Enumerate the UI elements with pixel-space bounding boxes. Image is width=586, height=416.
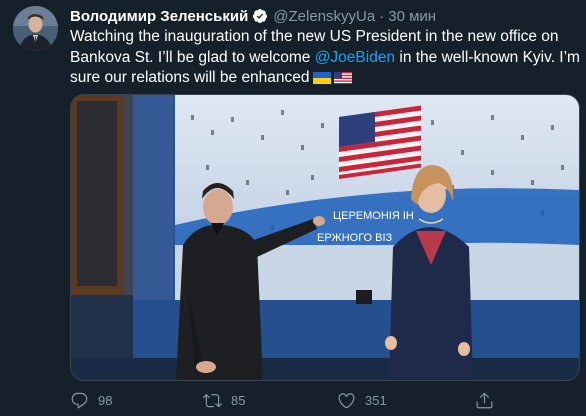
screen-caption-line1: ЦЕРЕМОНІЯ ІН xyxy=(333,210,414,222)
share-icon xyxy=(476,392,493,408)
tweet-text: Watching the inauguration of the new US … xyxy=(70,27,580,89)
reply-count: 98 xyxy=(98,392,113,408)
avatar[interactable] xyxy=(13,6,58,51)
photo-image: ЦЕРЕМОНІЯ ІН ЕРЖНОГО ВІЗ xyxy=(71,95,579,380)
separator-dot: · xyxy=(379,7,385,25)
like-icon xyxy=(338,392,355,408)
us-flag-icon xyxy=(333,71,352,84)
timestamp[interactable]: 30 мин xyxy=(388,8,436,25)
tweet-actions: 98 85 351 xyxy=(70,388,580,412)
share-button[interactable] xyxy=(475,388,503,412)
like-button[interactable]: 351 xyxy=(337,388,387,412)
reply-icon xyxy=(71,392,88,408)
reply-button[interactable]: 98 xyxy=(70,388,112,412)
ukraine-flag-icon xyxy=(312,71,331,84)
retweet-button[interactable]: 85 xyxy=(203,388,245,412)
tweet-header: Володимир Зеленський @ZelenskyyUa · 30 м… xyxy=(70,6,576,26)
avatar-image xyxy=(13,6,58,51)
like-count: 351 xyxy=(365,392,387,408)
screen-caption-line2: ЕРЖНОГО ВІЗ xyxy=(317,232,393,244)
tweet-photo[interactable]: ЦЕРЕМОНІЯ ІН ЕРЖНОГО ВІЗ xyxy=(70,94,580,381)
retweet-icon xyxy=(203,393,222,407)
verified-icon xyxy=(253,9,268,23)
retweet-count: 85 xyxy=(231,392,246,408)
display-name[interactable]: Володимир Зеленський xyxy=(70,8,248,25)
handle[interactable]: @ZelenskyyUa xyxy=(273,8,375,25)
mention-link[interactable]: @JoeBiden xyxy=(315,49,395,66)
